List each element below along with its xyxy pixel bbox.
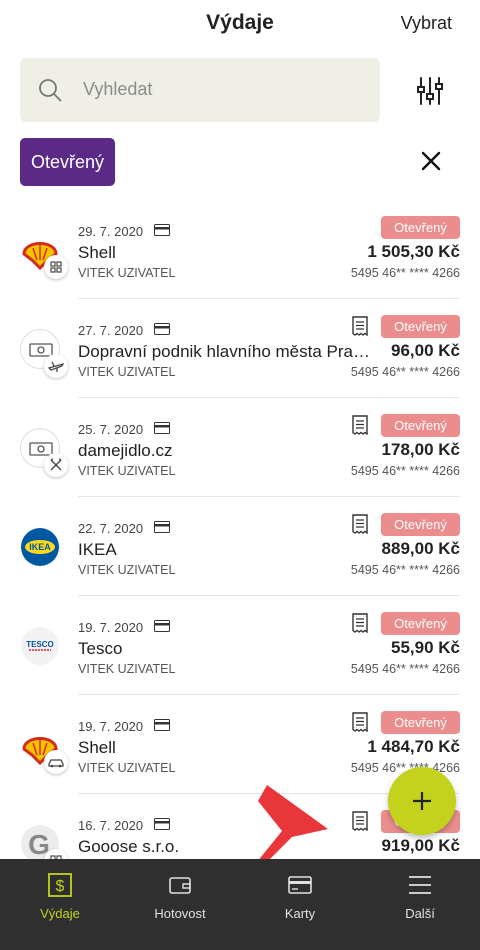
nav-item-cards[interactable]: Karty <box>240 859 360 950</box>
status-badge: Otevřený <box>381 216 460 239</box>
wallet-icon <box>169 877 191 894</box>
transaction-date: 19. 7. 2020 <box>78 719 144 734</box>
add-expense-button[interactable] <box>388 767 456 835</box>
transaction-row[interactable]: 29. 7. 2020 Shell VITEK UZIVATEL Otevřen… <box>0 200 480 299</box>
amount: 55,90 Kč <box>391 638 460 657</box>
menu-icon <box>409 876 431 894</box>
close-icon[interactable] <box>421 151 441 171</box>
status-badge: Otevřený <box>381 513 460 536</box>
card-icon <box>154 521 170 533</box>
merchant-name: Shell <box>78 243 116 262</box>
transaction-date: 16. 7. 2020 <box>78 818 144 833</box>
category-badge <box>44 354 68 378</box>
card-icon <box>154 323 170 335</box>
card-number: 5495 46** **** 4266 <box>350 563 460 577</box>
dollar-icon: $ <box>48 873 72 897</box>
merchant-name: Tesco <box>78 639 123 658</box>
ikea-logo-text: IKEA <box>29 542 51 552</box>
user-name: VITEK UZIVATEL <box>78 266 176 280</box>
status-badge: Otevřený <box>381 414 460 437</box>
nav-item-more[interactable]: Další <box>360 859 480 950</box>
nav-label: Výdaje <box>40 906 80 921</box>
ikea-logo-icon: IKEA <box>21 528 59 566</box>
transaction-date: 22. 7. 2020 <box>78 521 144 536</box>
merchant-name: Shell <box>78 738 116 757</box>
user-name: VITEK UZIVATEL <box>78 761 176 775</box>
tesco-logo-text: TESCO <box>26 640 54 649</box>
status-badge: Otevřený <box>381 711 460 734</box>
nav-item-expenses[interactable]: $ Výdaje <box>0 859 120 950</box>
search-input[interactable]: Vyhledat <box>20 58 380 122</box>
transaction-date: 25. 7. 2020 <box>78 422 144 437</box>
card-number: 5495 46** **** 4266 <box>350 266 460 280</box>
category-badge <box>44 255 68 279</box>
card-number: 5495 46** **** 4266 <box>350 365 460 379</box>
receipt-icon[interactable] <box>351 514 369 534</box>
card-icon <box>154 719 170 731</box>
nav-item-cash[interactable]: Hotovost <box>120 859 240 950</box>
search-icon <box>39 79 62 102</box>
tesco-logo-icon: TESCO <box>21 627 59 665</box>
transaction-row[interactable]: 25. 7. 2020 damejidlo.cz VITEK UZIVATEL … <box>0 398 480 497</box>
plus-icon <box>413 792 431 810</box>
card-icon <box>154 620 170 632</box>
select-button[interactable]: Vybrat <box>401 13 452 34</box>
card-number: 5495 46** **** 4266 <box>350 662 460 676</box>
filter-sliders-icon[interactable] <box>417 76 443 106</box>
transaction-date: 29. 7. 2020 <box>78 224 144 239</box>
amount: 1 505,30 Kč <box>367 242 460 261</box>
amount: 1 484,70 Kč <box>367 737 460 756</box>
category-badge <box>44 750 68 774</box>
nav-label: Hotovost <box>154 906 206 921</box>
card-icon <box>154 422 170 434</box>
merchant-name: IKEA <box>78 540 117 559</box>
receipt-icon[interactable] <box>351 415 369 435</box>
app-header: Výdaje Vybrat <box>0 0 480 48</box>
merchant-name: Gooose s.r.o. <box>78 837 180 856</box>
grid-icon <box>50 261 62 273</box>
card-icon <box>154 224 170 236</box>
amount: 178,00 Kč <box>381 440 460 459</box>
filter-chip-open[interactable]: Otevřený <box>20 138 115 186</box>
receipt-icon[interactable] <box>351 712 369 732</box>
amount: 919,00 Kč <box>381 836 460 855</box>
plane-icon <box>47 361 65 372</box>
user-name: VITEK UZIVATEL <box>78 662 176 676</box>
card-number: 5495 46** **** 4266 <box>350 464 460 478</box>
card-icon <box>288 876 312 894</box>
merchant-name: Dopravní podnik hlavního města Pra… <box>78 342 370 361</box>
search-placeholder: Vyhledat <box>83 79 153 99</box>
car-icon <box>48 759 64 768</box>
receipt-icon[interactable] <box>351 316 369 336</box>
cutlery-icon <box>50 458 62 471</box>
status-badge: Otevřený <box>381 315 460 338</box>
svg-text:$: $ <box>56 878 65 895</box>
status-badge: Otevřený <box>381 612 460 635</box>
receipt-icon[interactable] <box>351 613 369 633</box>
transaction-row[interactable]: 27. 7. 2020 Dopravní podnik hlavního měs… <box>0 299 480 398</box>
nav-label: Karty <box>284 906 316 921</box>
merchant-name: damejidlo.cz <box>78 441 173 460</box>
user-name: VITEK UZIVATEL <box>78 365 176 379</box>
transaction-row[interactable]: IKEA 22. 7. 2020 IKEA VITEK UZIVATEL Ote… <box>0 497 480 596</box>
transaction-date: 19. 7. 2020 <box>78 620 144 635</box>
amount: 889,00 Kč <box>381 539 460 558</box>
nav-label: Další <box>405 906 435 921</box>
amount: 96,00 Kč <box>391 341 460 360</box>
card-icon <box>154 818 170 830</box>
transaction-row[interactable]: TESCO 19. 7. 2020 Tesco VITEK UZIVATEL O… <box>0 596 480 695</box>
transaction-date: 27. 7. 2020 <box>78 323 144 338</box>
receipt-icon[interactable] <box>351 811 369 831</box>
bottom-navigation: $ Výdaje Hotovost Karty Další <box>0 859 480 950</box>
user-name: VITEK UZIVATEL <box>78 464 176 478</box>
category-badge <box>44 453 68 477</box>
user-name: VITEK UZIVATEL <box>78 563 176 577</box>
